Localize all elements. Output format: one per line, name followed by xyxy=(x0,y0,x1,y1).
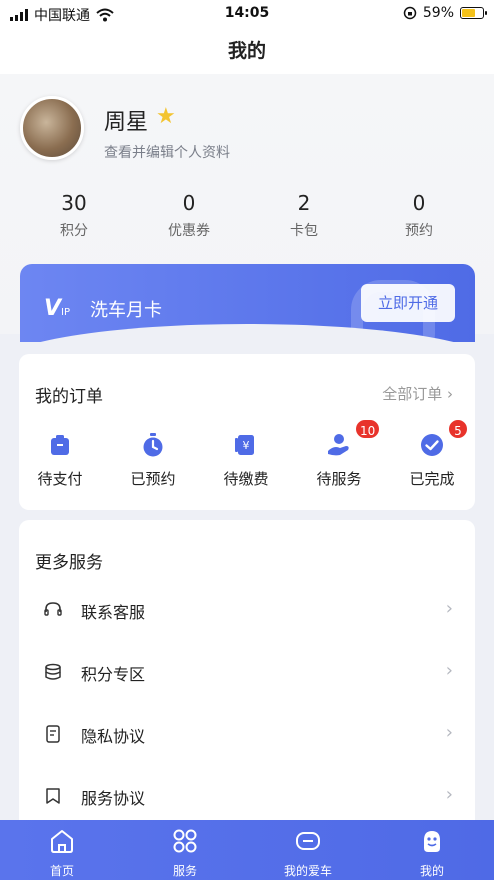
service-label: 隐私协议 xyxy=(81,727,146,746)
stats-row: 30 积分 0 优惠券 2 卡包 0 预约 xyxy=(0,190,494,246)
page-title: 我的 xyxy=(0,28,494,74)
order-label: 待缴费 xyxy=(223,470,269,488)
order-completed[interactable]: 已完成 5 xyxy=(397,418,469,489)
status-right: 59% xyxy=(403,5,487,21)
battery-icon xyxy=(460,7,487,19)
service-contact-support[interactable]: 联系客服 › xyxy=(19,590,475,630)
service-label: 服务协议 xyxy=(81,789,146,808)
order-pending-payment[interactable]: 待支付 xyxy=(25,432,95,489)
stat-label: 积分 xyxy=(60,223,88,239)
user-icon xyxy=(424,831,440,852)
chevron-right-icon: › xyxy=(445,784,453,805)
orders-title: 我的订单 xyxy=(35,387,103,407)
services-title: 更多服务 xyxy=(35,553,103,573)
avatar[interactable] xyxy=(20,96,84,160)
stat-coupons[interactable]: 0 优惠券 xyxy=(149,190,229,240)
chevron-right-icon: › xyxy=(445,722,453,743)
service-hand-icon xyxy=(328,434,349,456)
tab-profile[interactable]: 我的 xyxy=(387,828,477,879)
wallet-icon xyxy=(51,435,69,455)
service-privacy-policy[interactable]: 隐私协议 › xyxy=(19,714,475,754)
profile-edit-link[interactable]: 查看并编辑个人资料 xyxy=(104,142,230,162)
stat-value: 0 xyxy=(182,191,196,215)
rotation-lock-icon xyxy=(403,6,417,20)
service-agreement[interactable]: 服务协议 › xyxy=(19,776,475,816)
tab-label: 服务 xyxy=(172,864,197,878)
vip-logo: VIP xyxy=(44,296,70,321)
svg-text:¥: ¥ xyxy=(243,439,250,452)
chevron-right-icon: › xyxy=(445,660,453,681)
order-label: 待支付 xyxy=(37,470,83,488)
stat-value: 30 xyxy=(61,191,87,215)
all-orders-link[interactable]: 全部订单 › xyxy=(382,383,453,404)
star-icon: ★ xyxy=(156,104,176,129)
vip-logo-v: V xyxy=(44,296,62,321)
coins-icon xyxy=(45,663,61,680)
stat-value: 2 xyxy=(297,191,311,215)
car-icon xyxy=(296,832,320,850)
chevron-right-icon: › xyxy=(445,598,453,619)
headset-icon xyxy=(44,602,62,616)
order-label: 待服务 xyxy=(316,470,362,488)
orders-card: 我的订单 全部订单 › 待支付 已预约 ¥ 待缴费 待服务 10 已完成 5 xyxy=(19,354,475,510)
battery-percent: 59% xyxy=(422,5,454,21)
order-booked[interactable]: 已预约 xyxy=(118,432,188,489)
stat-appointments[interactable]: 0 预约 xyxy=(379,190,459,240)
stat-label: 优惠券 xyxy=(168,223,210,239)
payment-icon: ¥ xyxy=(235,435,254,455)
tab-label: 首页 xyxy=(49,864,74,878)
service-label: 积分专区 xyxy=(81,665,146,684)
tab-my-car[interactable]: 我的爱车 xyxy=(263,828,353,879)
order-label: 已完成 xyxy=(409,470,455,488)
tab-services[interactable]: 服务 xyxy=(140,828,230,879)
stat-points[interactable]: 30 积分 xyxy=(34,190,114,240)
tab-home[interactable]: 首页 xyxy=(17,828,107,879)
status-bar: 中国联通 14:05 59% xyxy=(0,0,494,28)
order-pending-service[interactable]: 待服务 10 xyxy=(304,418,382,489)
tab-label: 我的 xyxy=(419,864,444,878)
stat-value: 0 xyxy=(412,191,426,215)
service-label: 联系客服 xyxy=(81,603,146,622)
tab-label: 我的爱车 xyxy=(283,864,332,878)
document-icon xyxy=(46,725,60,743)
service-points-zone[interactable]: 积分专区 › xyxy=(19,652,475,692)
order-badge: 5 xyxy=(447,418,469,440)
order-badge: 10 xyxy=(354,418,382,440)
stat-label: 预约 xyxy=(405,223,433,239)
grid-icon xyxy=(173,829,197,853)
services-card: 更多服务 联系客服 › 积分专区 › 隐私协议 › 服务协议 › xyxy=(19,520,475,840)
order-label: 已预约 xyxy=(130,470,176,488)
bottom-tab-bar: 首页 服务 我的爱车 我的 xyxy=(0,820,494,880)
home-icon xyxy=(51,830,73,853)
bookmark-icon xyxy=(46,788,60,804)
vip-title: 洗车月卡 xyxy=(90,300,162,321)
vip-logo-ip: IP xyxy=(61,307,71,318)
profile-name[interactable]: 周星 xyxy=(104,104,148,136)
vip-activate-button[interactable]: 立即开通 xyxy=(361,284,455,322)
check-circle-icon xyxy=(421,434,443,456)
stat-card-wallet[interactable]: 2 卡包 xyxy=(264,190,344,240)
stat-label: 卡包 xyxy=(290,223,318,239)
timer-icon xyxy=(143,433,163,457)
order-pending-fee[interactable]: ¥ 待缴费 xyxy=(211,432,281,489)
